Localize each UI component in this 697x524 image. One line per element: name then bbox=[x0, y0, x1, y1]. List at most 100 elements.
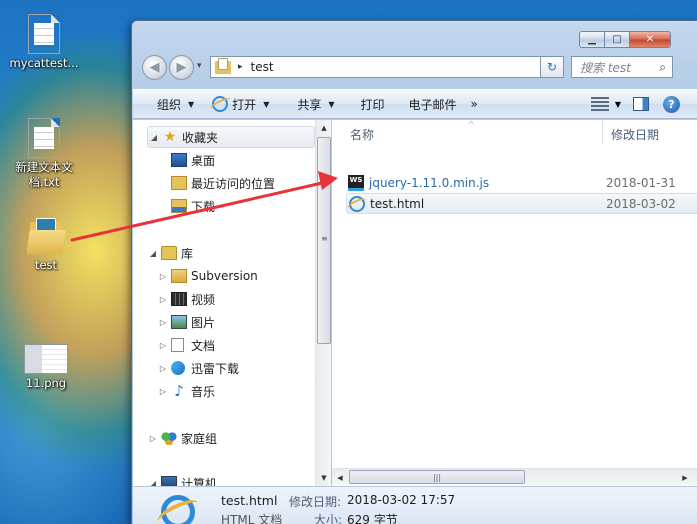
forward-button[interactable]: ▶ bbox=[169, 55, 194, 80]
collapse-arrow-icon[interactable]: ▷ bbox=[157, 364, 169, 373]
thunder-icon bbox=[171, 361, 185, 375]
grip-icon: ≡ bbox=[321, 234, 328, 243]
collapse-arrow-icon[interactable]: ▷ bbox=[157, 387, 169, 396]
collapse-arrow-icon[interactable]: ▷ bbox=[157, 318, 169, 327]
breadcrumb-test[interactable]: test bbox=[251, 60, 274, 74]
nav-label: 下载 bbox=[191, 199, 216, 214]
caption-buttons: ▁ □ ✕ bbox=[579, 31, 671, 48]
expand-arrow-icon[interactable]: ◢ bbox=[147, 479, 159, 487]
collapse-arrow-icon[interactable]: ▷ bbox=[157, 341, 169, 350]
nav-item-pictures[interactable]: ▷ 图片 bbox=[157, 311, 215, 333]
nav-item-favorites[interactable]: ◢ ★ 收藏夹 bbox=[147, 126, 315, 148]
desktop-icon-11-png[interactable]: 11.png bbox=[6, 344, 86, 391]
nav-item-downloads[interactable]: 下载 bbox=[169, 195, 215, 217]
folder-icon bbox=[26, 216, 66, 256]
file-date: 2018-03-02 bbox=[606, 196, 676, 211]
minimize-button[interactable]: ▁ bbox=[579, 31, 605, 48]
internet-explorer-icon bbox=[212, 96, 229, 112]
organize-label: 组织 bbox=[157, 97, 182, 112]
command-bar: 组织 ▼ 打开 ▼ 共享 ▼ 打印 电子邮件 » ▼ ? bbox=[133, 89, 697, 119]
file-row-test-html[interactable]: test.html 2018-03-02 bbox=[346, 193, 697, 214]
share-button[interactable]: 共享 ▼ bbox=[277, 96, 342, 113]
scroll-thumb[interactable]: ≡ bbox=[317, 137, 331, 344]
grip-icon: ||| bbox=[432, 472, 442, 482]
close-button[interactable]: ✕ bbox=[629, 31, 671, 48]
refresh-button[interactable]: ↻ bbox=[540, 56, 564, 78]
navigation-pane: ◢ ★ 收藏夹 桌面 最近访问的位置 下载 ◢ 库 ▷ Subversion ▷ bbox=[133, 120, 331, 486]
collapse-arrow-icon[interactable]: ▷ bbox=[157, 295, 169, 304]
maximize-button[interactable]: □ bbox=[604, 31, 630, 48]
nav-pane-scrollbar[interactable]: ▲ ≡ ▼ bbox=[315, 120, 331, 486]
address-bar[interactable]: ▸ test ▾ bbox=[210, 56, 562, 78]
column-header-date[interactable]: 修改日期 bbox=[611, 126, 659, 143]
chevron-down-icon: ▼ bbox=[328, 99, 335, 109]
file-name: jquery-1.11.0.min.js bbox=[369, 175, 490, 190]
computer-icon bbox=[161, 476, 177, 486]
nav-item-subversion[interactable]: ▷ Subversion bbox=[157, 265, 258, 287]
nav-item-libraries[interactable]: ◢ 库 bbox=[147, 242, 193, 264]
more-commands-button[interactable]: » bbox=[465, 97, 486, 111]
desktop-icon-label: 11.png bbox=[25, 376, 67, 390]
scroll-down-arrow[interactable]: ▼ bbox=[316, 470, 332, 486]
scroll-up-arrow[interactable]: ▲ bbox=[316, 120, 332, 136]
nav-item-homegroup[interactable]: ▷ 家庭组 bbox=[147, 427, 217, 449]
nav-label: 图片 bbox=[191, 315, 216, 330]
open-label: 打开 bbox=[232, 97, 257, 112]
breadcrumb-separator[interactable]: ▸ bbox=[238, 62, 243, 72]
search-icon[interactable]: ⌕ bbox=[659, 60, 666, 75]
sort-arrow-icon: ^ bbox=[468, 120, 475, 129]
details-size-label: 大小: bbox=[314, 513, 343, 524]
documents-icon bbox=[171, 338, 184, 352]
nav-item-thunder-downloads[interactable]: ▷ 迅雷下载 bbox=[157, 357, 239, 379]
html-ie-icon bbox=[349, 195, 365, 212]
desktop-icon-mycattest[interactable]: mycattest... bbox=[4, 14, 84, 71]
file-name: test.html bbox=[370, 196, 425, 211]
desktop-icon-new-text-doc[interactable]: 新建文本文档.txt bbox=[4, 118, 84, 190]
file-list: 名称 ^ 修改日期 WS jquery-1.11.0.min.js 2018-0… bbox=[332, 120, 697, 486]
nav-item-documents[interactable]: ▷ 文档 bbox=[157, 334, 215, 356]
folder-icon bbox=[171, 269, 187, 283]
email-button[interactable]: 电子邮件 bbox=[393, 96, 465, 113]
nav-item-music[interactable]: ▷ ♪ 音乐 bbox=[157, 380, 215, 402]
scroll-thumb[interactable]: ||| bbox=[349, 470, 525, 484]
nav-item-desktop[interactable]: 桌面 bbox=[169, 149, 215, 171]
search-input[interactable]: 搜索 test bbox=[580, 59, 631, 76]
file-list-hscrollbar[interactable]: ◀ ||| ▶ bbox=[332, 468, 697, 485]
nav-label: 家庭组 bbox=[181, 431, 218, 446]
email-label: 电子邮件 bbox=[408, 97, 457, 112]
back-button[interactable]: ◀ bbox=[142, 55, 167, 80]
webstorm-icon: WS bbox=[348, 174, 364, 191]
chevron-down-icon: ▼ bbox=[263, 99, 270, 109]
collapse-arrow-icon[interactable]: ▷ bbox=[157, 272, 169, 281]
recent-pages-dropdown[interactable]: ▾ bbox=[197, 61, 202, 71]
scroll-left-arrow[interactable]: ◀ bbox=[332, 469, 348, 486]
open-button[interactable]: 打开 ▼ bbox=[202, 96, 277, 113]
collapse-arrow-icon[interactable]: ▷ bbox=[147, 434, 159, 443]
chevron-down-icon[interactable]: ▼ bbox=[615, 100, 621, 109]
help-icon[interactable]: ? bbox=[663, 95, 680, 113]
scroll-right-arrow[interactable]: ▶ bbox=[677, 469, 693, 486]
file-row-jquery[interactable]: WS jquery-1.11.0.min.js 2018-01-31 bbox=[346, 172, 697, 193]
html-ie-icon bbox=[161, 495, 195, 524]
desktop-icon-test-folder[interactable]: test bbox=[6, 216, 86, 273]
nav-item-videos[interactable]: ▷ 视频 bbox=[157, 288, 215, 310]
nav-item-recent-places[interactable]: 最近访问的位置 bbox=[169, 172, 275, 194]
column-divider[interactable] bbox=[602, 120, 603, 144]
star-icon: ★ bbox=[163, 129, 177, 145]
preview-pane-icon[interactable] bbox=[633, 97, 649, 111]
expand-arrow-icon[interactable]: ◢ bbox=[147, 249, 159, 258]
folder-icon bbox=[215, 57, 231, 74]
search-box[interactable]: 搜索 test ⌕ bbox=[571, 56, 673, 78]
print-button[interactable]: 打印 bbox=[343, 96, 393, 113]
details-modified-value: 2018-03-02 17:57 bbox=[347, 493, 456, 507]
share-label: 共享 bbox=[297, 97, 322, 112]
nav-item-computer[interactable]: ◢ 计算机 bbox=[147, 472, 217, 486]
libraries-icon bbox=[161, 246, 177, 260]
expand-arrow-icon[interactable]: ◢ bbox=[148, 133, 160, 142]
nav-label: Subversion bbox=[191, 269, 258, 283]
nav-label: 迅雷下载 bbox=[191, 361, 240, 376]
column-header-name[interactable]: 名称 bbox=[350, 126, 374, 143]
change-view-icon[interactable] bbox=[590, 97, 609, 111]
nav-label: 音乐 bbox=[191, 384, 216, 399]
organize-button[interactable]: 组织 ▼ bbox=[133, 96, 202, 113]
